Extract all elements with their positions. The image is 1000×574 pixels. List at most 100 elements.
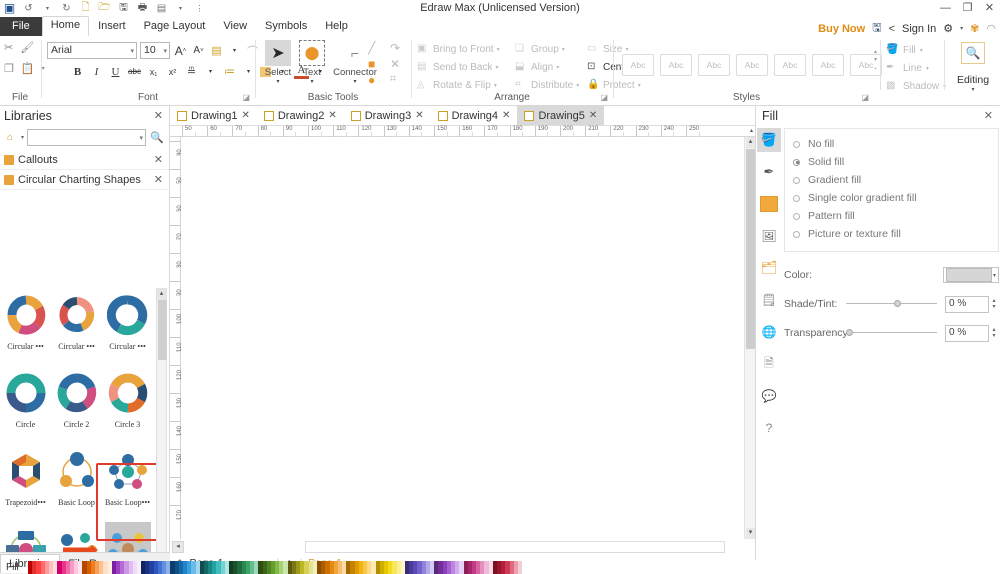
library-scroll-up-button[interactable]: ▴ bbox=[157, 289, 166, 300]
document-tab-drawing2[interactable]: Drawing2 ✕ bbox=[257, 106, 344, 125]
text-tool[interactable]: ⬤ Text ▾ bbox=[296, 40, 328, 85]
library-shape-item[interactable]: Basic Loop bbox=[51, 444, 102, 522]
document-tab-drawing5[interactable]: Drawing5 ✕ bbox=[517, 106, 604, 125]
fill-option-solid-fill[interactable]: Solid fill bbox=[793, 153, 990, 171]
document-tab-drawing3[interactable]: Drawing3 ✕ bbox=[344, 106, 431, 125]
library-shape-item[interactable]: Basic Loop••• bbox=[102, 444, 153, 522]
arrange-dialog-launcher[interactable]: ◪ bbox=[600, 93, 608, 102]
search-icon[interactable]: 🔍 bbox=[149, 131, 165, 144]
align-dropdown-icon[interactable]: ▾ bbox=[227, 43, 242, 58]
chevron-down-icon[interactable]: ▾ bbox=[21, 134, 24, 141]
close-icon[interactable]: ✕ bbox=[984, 109, 993, 122]
scroll-left-button[interactable]: ◂ bbox=[172, 541, 184, 553]
fill-option-no-fill[interactable]: No fill bbox=[793, 135, 990, 153]
copy-icon[interactable]: ❐ bbox=[4, 62, 14, 75]
styles-dialog-launcher[interactable]: ◪ bbox=[861, 93, 869, 102]
fill-button[interactable]: 🪣 Fill ▾ bbox=[886, 41, 946, 59]
library-shape-item[interactable]: Circular ••• bbox=[0, 288, 51, 366]
fill-option-picture-or-texture-fill[interactable]: Picture or texture fill bbox=[793, 225, 990, 243]
comment-icon[interactable]: 💬 bbox=[757, 384, 781, 408]
document-tab-drawing1[interactable]: Drawing1 ✕ bbox=[170, 106, 257, 125]
shade-tint-value[interactable]: 0 % bbox=[945, 296, 989, 313]
library-scroll-thumb[interactable] bbox=[158, 300, 167, 360]
bring-to-front-button[interactable]: ▣ Bring to Front ▾ bbox=[417, 40, 511, 58]
italic-button[interactable]: I bbox=[89, 64, 104, 79]
minimize-button[interactable]: — bbox=[939, 2, 952, 14]
page-icon[interactable]: 🗎 bbox=[757, 352, 781, 376]
font-family-select[interactable]: Arial ▾ bbox=[47, 42, 137, 59]
underline-button[interactable]: U bbox=[108, 64, 123, 79]
close-icon[interactable]: ✕ bbox=[154, 173, 163, 186]
grow-font-icon[interactable]: A˄ bbox=[173, 43, 188, 58]
ellipse-tool-icon[interactable]: ● bbox=[368, 73, 384, 87]
transparency-stepper[interactable]: ▴ ▾ bbox=[989, 325, 999, 342]
share-icon[interactable]: < bbox=[889, 23, 895, 35]
slider-knob[interactable] bbox=[894, 300, 901, 307]
bullets-icon[interactable]: ≔ bbox=[222, 64, 237, 79]
close-button[interactable]: ✕ bbox=[983, 1, 996, 14]
group-button[interactable]: ❏ Group ▾ bbox=[515, 40, 585, 58]
document-icon[interactable]: 🗒 bbox=[757, 288, 781, 312]
style-thumbnail[interactable]: Abc bbox=[622, 54, 654, 76]
ruler-collapse-icon[interactable]: ▴ bbox=[750, 127, 753, 134]
editing-button[interactable]: 🔍 Editing ▾ bbox=[949, 40, 997, 93]
library-shape-item[interactable]: Circle bbox=[0, 366, 51, 444]
bullets-dropdown-icon[interactable]: ▾ bbox=[241, 64, 256, 79]
transparency-value[interactable]: 0 % bbox=[945, 325, 989, 342]
style-thumbnail[interactable]: Abc bbox=[660, 54, 692, 76]
buy-now-button[interactable]: Buy Now bbox=[818, 23, 865, 35]
chevron-down-icon[interactable]: ▾ bbox=[296, 78, 328, 85]
fill-icon[interactable]: 🪣 bbox=[757, 128, 781, 152]
styles-scroll-up-icon[interactable]: ▴ bbox=[874, 50, 877, 55]
library-shape-item[interactable]: Circular ••• bbox=[102, 288, 153, 366]
menu-item-page-layout[interactable]: Page Layout bbox=[135, 17, 215, 36]
arc-tool-icon[interactable]: ↷ bbox=[390, 41, 406, 55]
maximize-button[interactable]: ❐ bbox=[961, 1, 974, 14]
close-icon[interactable]: ✕ bbox=[415, 110, 423, 121]
menu-item-insert[interactable]: Insert bbox=[89, 17, 135, 36]
spinner-down-icon[interactable]: ▾ bbox=[992, 333, 995, 339]
style-thumbnail[interactable]: Abc bbox=[698, 54, 730, 76]
menu-item-view[interactable]: View bbox=[214, 17, 256, 36]
canvas-horizontal-scrollbar[interactable] bbox=[305, 541, 725, 553]
crop-tool-icon[interactable]: ⌗ bbox=[390, 73, 406, 87]
shadow-icon[interactable] bbox=[757, 192, 781, 216]
rectangle-tool-icon[interactable]: ■ bbox=[368, 57, 384, 71]
sign-in-button[interactable]: Sign In bbox=[902, 23, 936, 35]
cross-tool-icon[interactable]: ✕ bbox=[390, 57, 406, 71]
layers-icon[interactable]: 🗂 bbox=[757, 256, 781, 280]
chevron-down-icon[interactable]: ▾ bbox=[262, 78, 294, 85]
menu-item-help[interactable]: Help bbox=[316, 17, 357, 36]
document-tab-drawing4[interactable]: Drawing4 ✕ bbox=[431, 106, 518, 125]
line-spacing-dropdown-icon[interactable]: ▾ bbox=[203, 64, 218, 79]
horizontal-ruler[interactable]: 5060708090100110120130140150160170180190… bbox=[170, 126, 755, 137]
style-thumbnail[interactable]: Abc bbox=[736, 54, 768, 76]
paste-icon[interactable]: 📋 bbox=[21, 62, 35, 75]
send-to-back-button[interactable]: ▤ Send to Back ▾ bbox=[417, 58, 511, 76]
line-spacing-icon[interactable]: ≞ bbox=[184, 64, 199, 79]
spinner-down-icon[interactable]: ▾ bbox=[992, 304, 995, 310]
gear-icon[interactable]: ⚙ bbox=[943, 22, 953, 35]
align-button[interactable]: ⬓ Align ▾ bbox=[515, 58, 585, 76]
style-thumbnail[interactable]: Abc bbox=[774, 54, 806, 76]
scroll-up-button[interactable]: ▴ bbox=[746, 137, 755, 148]
cloud-icon[interactable]: ◠ bbox=[986, 22, 996, 35]
select-tool[interactable]: ➤ Select ▾ bbox=[262, 40, 294, 85]
menu-item-home[interactable]: Home bbox=[42, 16, 89, 36]
style-thumbnail[interactable]: Abc bbox=[812, 54, 844, 76]
search-input[interactable]: ▾ bbox=[27, 129, 146, 146]
shrink-font-icon[interactable]: A˅ bbox=[191, 43, 206, 58]
help-icon[interactable]: ? bbox=[757, 416, 781, 440]
subscript-button[interactable]: x₁ bbox=[146, 64, 161, 79]
vertical-scroll-thumb[interactable] bbox=[746, 149, 755, 349]
close-icon[interactable]: ✕ bbox=[502, 110, 510, 121]
close-icon[interactable]: ✕ bbox=[154, 153, 163, 166]
font-size-select[interactable]: 10 ▾ bbox=[140, 42, 170, 59]
transparency-slider[interactable] bbox=[846, 327, 937, 339]
fill-option-single-color-gradient-fill[interactable]: Single color gradient fill bbox=[793, 189, 990, 207]
home-icon[interactable]: ⌂ bbox=[2, 129, 18, 145]
library-shape-item[interactable]: Circular ••• bbox=[51, 288, 102, 366]
library-scrollbar[interactable]: ▴ ▾ bbox=[156, 288, 167, 574]
font-dialog-launcher[interactable]: ◪ bbox=[242, 93, 250, 102]
library-shape-item[interactable]: Circle 2 bbox=[51, 366, 102, 444]
